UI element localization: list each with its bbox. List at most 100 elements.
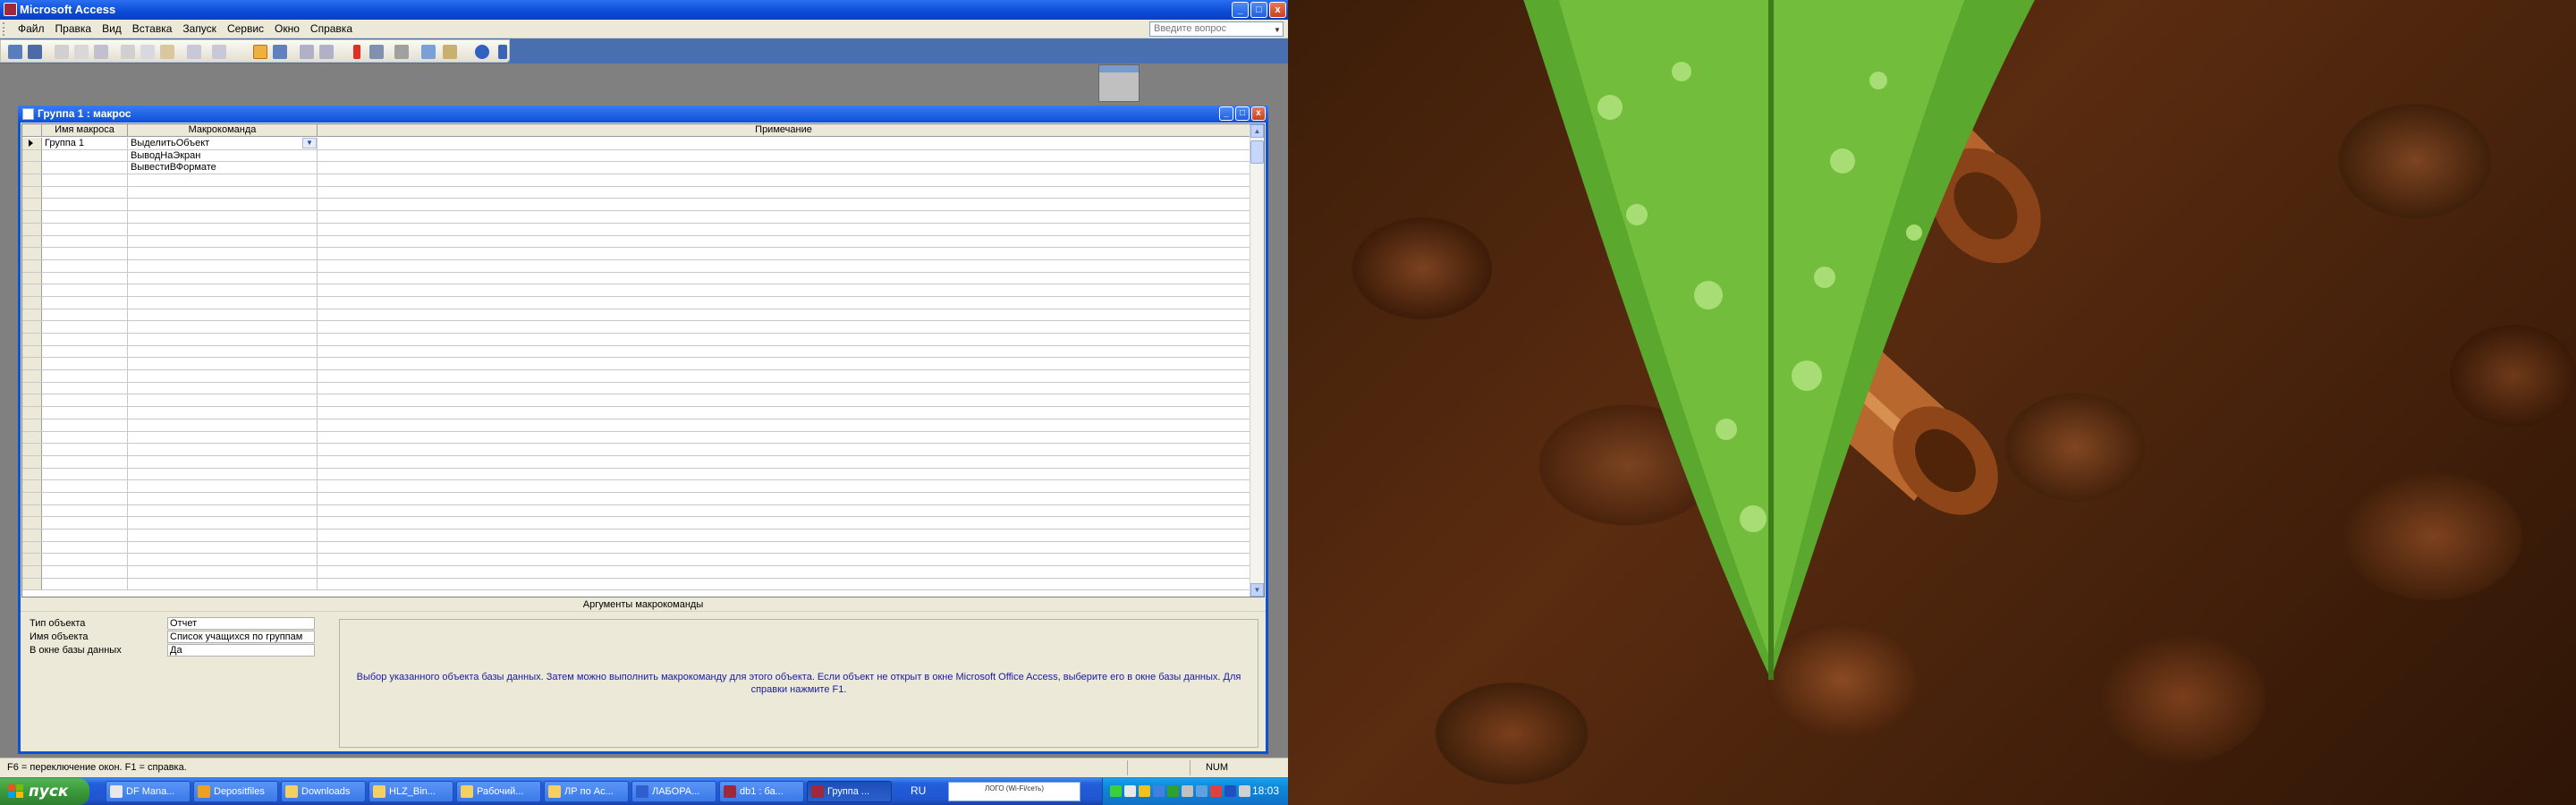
argument-object-name-field[interactable]: Список учащихся по группам (167, 631, 315, 643)
taskbar-button[interactable]: HLZ_Bin... (369, 781, 453, 802)
taskbar-button[interactable]: Рабочий... (456, 781, 541, 802)
row-selector[interactable] (22, 138, 42, 149)
comment-cell[interactable] (318, 259, 1250, 272)
comment-cell[interactable] (318, 455, 1250, 468)
menubar-grip[interactable] (3, 22, 5, 36)
row-selector[interactable] (22, 431, 42, 444)
table-row[interactable] (22, 541, 1250, 555)
row-selector[interactable] (22, 149, 42, 162)
row-selector[interactable] (22, 199, 42, 211)
action-cell[interactable] (128, 419, 318, 431)
macro-name-cell[interactable] (42, 554, 128, 566)
macro-name-cell[interactable] (42, 566, 128, 578)
alert-icon[interactable] (1210, 785, 1222, 797)
row-selector[interactable] (22, 407, 42, 419)
comment-cell[interactable] (318, 199, 1250, 211)
comment-cell[interactable] (318, 382, 1250, 394)
macro-name-cell[interactable] (42, 419, 128, 431)
app-titlebar[interactable]: Microsoft Access _ □ x (0, 0, 1288, 20)
row-selector[interactable] (22, 162, 42, 174)
table-row[interactable] (22, 358, 1250, 371)
action-cell[interactable] (128, 468, 318, 480)
macro-name-cell[interactable] (42, 199, 128, 211)
macro-name-cell[interactable] (42, 149, 128, 162)
printer-icon[interactable] (1182, 785, 1193, 797)
row-selector[interactable] (22, 296, 42, 309)
macro-name-cell[interactable] (42, 235, 128, 248)
antivirus-icon[interactable] (1167, 785, 1179, 797)
macro-name-cell[interactable] (42, 334, 128, 345)
comment-cell[interactable] (318, 235, 1250, 248)
macro-grid[interactable]: Имя макроса Макрокоманда Примечание Груп… (21, 123, 1265, 597)
action-cell[interactable]: ВыводНаЭкран (128, 149, 318, 162)
shield-icon[interactable] (1139, 785, 1150, 797)
row-selector[interactable] (22, 186, 42, 199)
menu-edit[interactable]: Правка (50, 20, 97, 38)
comment-cell[interactable] (318, 358, 1250, 370)
argument-object-type-field[interactable]: Отчет (167, 617, 315, 630)
row-selector[interactable] (22, 444, 42, 455)
taskbar-button[interactable]: ЛАБОРА... (631, 781, 716, 802)
action-cell[interactable] (128, 370, 318, 382)
scroll-thumb[interactable] (1250, 140, 1264, 164)
chevron-down-icon[interactable]: ▼ (1273, 23, 1282, 35)
comment-cell[interactable] (318, 504, 1250, 517)
comment-cell[interactable] (318, 284, 1250, 296)
table-row[interactable] (22, 370, 1250, 383)
action-cell[interactable] (128, 334, 318, 345)
table-row[interactable] (22, 284, 1250, 297)
action-cell[interactable] (128, 199, 318, 211)
redo-icon[interactable] (212, 45, 226, 59)
table-row[interactable] (22, 517, 1250, 530)
macro-name-cell[interactable] (42, 223, 128, 235)
macro-window-titlebar[interactable]: Группа 1 : макрос _ □ x (18, 106, 1268, 123)
table-row[interactable] (22, 321, 1250, 334)
action-cell[interactable] (128, 517, 318, 529)
table-row[interactable] (22, 235, 1250, 249)
delete-rows-icon[interactable] (319, 45, 334, 59)
new-object-icon[interactable] (443, 45, 457, 59)
taskbar-button[interactable]: ЛР по Ас... (544, 781, 629, 802)
comment-cell[interactable] (318, 578, 1250, 590)
macro-names-icon[interactable] (253, 45, 267, 59)
table-row[interactable] (22, 566, 1250, 579)
preview-icon[interactable] (74, 45, 89, 59)
view-icon[interactable] (8, 45, 22, 59)
table-row[interactable] (22, 248, 1250, 260)
macro-name-cell[interactable] (42, 309, 128, 321)
table-row[interactable] (22, 211, 1250, 224)
table-row[interactable] (22, 382, 1250, 395)
row-selector[interactable] (22, 370, 42, 382)
minimized-child-window[interactable] (1098, 64, 1140, 102)
macro-name-cell[interactable] (42, 455, 128, 468)
macro-name-cell[interactable] (42, 504, 128, 517)
macro-name-cell[interactable] (42, 186, 128, 199)
action-cell[interactable] (128, 248, 318, 259)
comment-cell[interactable] (318, 431, 1250, 444)
table-row[interactable] (22, 223, 1250, 236)
comment-cell[interactable] (318, 248, 1250, 259)
clock[interactable]: 18:03 (1252, 784, 1279, 797)
help-search-input[interactable]: Введите вопрос ▼ (1149, 21, 1284, 37)
taskbar-button[interactable]: db1 : ба... (719, 781, 804, 802)
action-cell[interactable] (128, 455, 318, 468)
table-row[interactable]: ВыводНаЭкран (22, 149, 1250, 163)
action-cell[interactable] (128, 394, 318, 407)
maximize-button[interactable]: □ (1250, 2, 1267, 18)
action-cell[interactable] (128, 530, 318, 541)
arrow-icon[interactable] (1110, 785, 1122, 797)
action-cell[interactable] (128, 272, 318, 284)
macro-name-cell[interactable] (42, 431, 128, 444)
row-selector[interactable] (22, 223, 42, 235)
table-row[interactable] (22, 492, 1250, 505)
taskbar-button[interactable]: Downloads (281, 781, 366, 802)
action-cell[interactable] (128, 174, 318, 186)
spelling-icon[interactable] (94, 45, 108, 59)
row-selector[interactable] (22, 492, 42, 504)
row-selector[interactable] (22, 248, 42, 259)
comment-cell[interactable] (318, 174, 1250, 186)
macro-name-cell[interactable] (42, 259, 128, 272)
table-row[interactable] (22, 394, 1250, 408)
row-selector[interactable] (22, 259, 42, 272)
table-row[interactable] (22, 345, 1250, 359)
